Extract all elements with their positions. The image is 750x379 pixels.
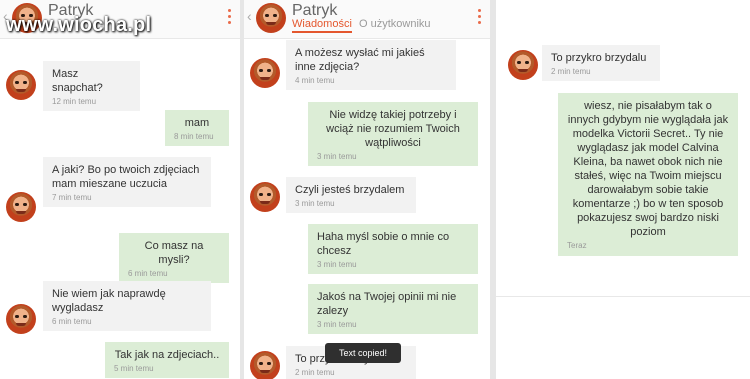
message-bubble-outgoing[interactable]: Co masz na mysli? 6 min temu xyxy=(119,233,229,283)
message-time: 3 min temu xyxy=(317,260,357,269)
message-time: 8 min temu xyxy=(174,132,214,141)
chat-panel-3: To przykro brzydalu 2 min temu wiesz, ni… xyxy=(496,0,750,379)
message-bubble-outgoing[interactable]: Tak jak na zdjeciach.. 5 min temu xyxy=(105,342,229,378)
avatar xyxy=(508,50,538,80)
message-text: Jakoś na Twojej opinii mi nie zalezy xyxy=(317,291,457,317)
avatar xyxy=(6,70,36,100)
avatar xyxy=(250,58,280,88)
message-time: 7 min temu xyxy=(52,193,92,202)
message-text: wiesz, nie pisałabym tak o innych gdybym… xyxy=(567,100,729,238)
message-bubble-incoming[interactable]: To przykro brzydalu 2 min temu xyxy=(542,45,660,81)
input-divider xyxy=(496,296,750,297)
avatar xyxy=(250,182,280,212)
avatar xyxy=(6,304,36,334)
more-options-icon[interactable] xyxy=(478,9,482,27)
message-time: 3 min temu xyxy=(295,199,335,208)
message-bubble-incoming[interactable]: Masz snapchat? 12 min temu xyxy=(43,61,140,111)
message-time: 5 min temu xyxy=(114,364,154,373)
message-text: A możesz wysłać mi jakieś inne zdjęcia? xyxy=(295,47,425,73)
more-options-icon[interactable] xyxy=(228,9,232,27)
message-bubble-outgoing[interactable]: Jakoś na Twojej opinii mi nie zalezy 3 m… xyxy=(308,284,478,334)
message-time: 4 min temu xyxy=(295,76,335,85)
chat-panel-1: ‹ Patryk Masz snapchat? 12 min temu mam … xyxy=(0,0,240,379)
message-time: 3 min temu xyxy=(317,320,357,329)
message-text: Co masz na mysli? xyxy=(144,240,204,266)
message-text: To przykro brzydalu xyxy=(551,52,647,64)
avatar xyxy=(6,192,36,222)
message-text: Czyli jesteś brzydalem xyxy=(295,184,405,196)
message-bubble-outgoing[interactable]: Haha myśl sobie o mnie co chcesz 3 min t… xyxy=(308,224,478,274)
message-time: 3 min temu xyxy=(317,152,357,161)
message-bubble-outgoing[interactable]: mam 8 min temu xyxy=(165,110,229,146)
message-text: Masz snapchat? xyxy=(52,68,103,94)
chat-panel-2: ‹ Patryk Wiadomości O użytkowniku A może… xyxy=(244,0,490,379)
message-text: mam xyxy=(184,117,210,129)
message-time: 6 min temu xyxy=(52,317,92,326)
message-bubble-incoming[interactable]: Czyli jesteś brzydalem 3 min temu xyxy=(286,177,416,213)
message-bubble-incoming[interactable]: Nie wiem jak naprawdę wygladasz 6 min te… xyxy=(43,281,211,331)
tab-about-user[interactable]: O użytkowniku xyxy=(359,18,431,30)
watermark: www.wiocha.pl xyxy=(6,14,152,36)
tab-messages[interactable]: Wiadomości xyxy=(292,18,352,33)
message-text: Nie wiem jak naprawdę wygladasz xyxy=(52,288,166,314)
message-text: Nie widzę takiej potrzeby i wciąż nie ro… xyxy=(326,109,460,149)
message-bubble-outgoing[interactable]: wiesz, nie pisałabym tak o innych gdybym… xyxy=(558,93,738,256)
message-text: Tak jak na zdjeciach.. xyxy=(114,349,220,361)
message-bubble-incoming[interactable]: A możesz wysłać mi jakieś inne zdjęcia? … xyxy=(286,40,456,90)
avatar[interactable] xyxy=(256,3,286,33)
message-time: 12 min temu xyxy=(52,97,97,106)
message-time: 2 min temu xyxy=(295,368,335,377)
message-time: Teraz xyxy=(567,241,587,250)
message-time: 2 min temu xyxy=(551,67,591,76)
avatar xyxy=(250,351,280,379)
message-bubble-incoming[interactable]: A jaki? Bo po twoich zdjęciach mam miesz… xyxy=(43,157,211,207)
message-text: A jaki? Bo po twoich zdjęciach mam miesz… xyxy=(52,164,200,190)
back-arrow-icon[interactable]: ‹ xyxy=(247,8,252,24)
toast-notification: Text copied! xyxy=(325,343,401,363)
chat-header: ‹ Patryk Wiadomości O użytkowniku xyxy=(244,0,490,39)
message-time: 6 min temu xyxy=(128,269,168,278)
message-bubble-outgoing[interactable]: Nie widzę takiej potrzeby i wciąż nie ro… xyxy=(308,102,478,166)
message-text: Haha myśl sobie o mnie co chcesz xyxy=(317,231,450,257)
